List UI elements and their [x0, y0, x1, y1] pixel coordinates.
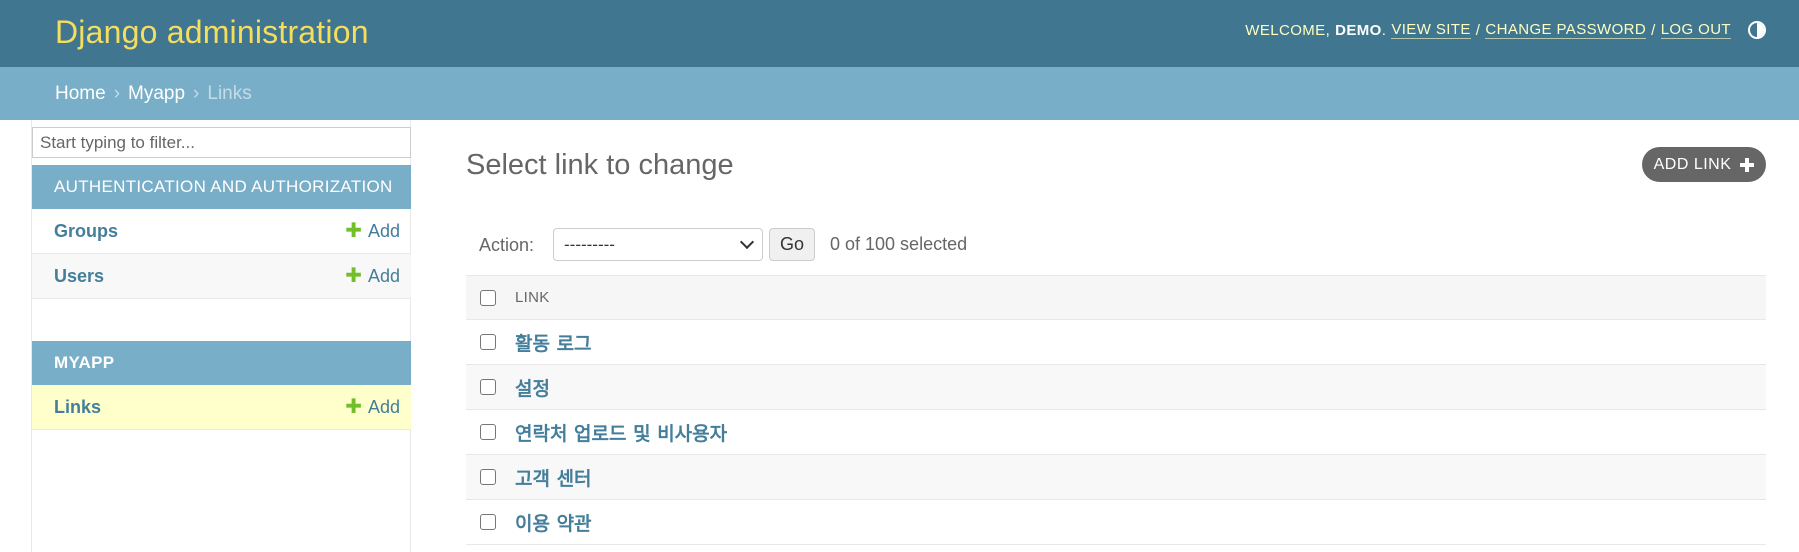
- action-label: Action:: [479, 235, 535, 255]
- add-label: Add: [367, 220, 400, 241]
- chevron-down-icon: [739, 234, 755, 250]
- change-password-link[interactable]: CHANGE PASSWORD: [1485, 21, 1647, 39]
- site-title[interactable]: Django administration: [55, 14, 369, 51]
- breadcrumb-separator: ›: [193, 82, 200, 104]
- breadcrumb-current: Links: [207, 82, 252, 104]
- breadcrumb-separator: ›: [113, 82, 121, 104]
- add-link-button-label: ADD LINK: [1653, 155, 1732, 173]
- view-site-link[interactable]: VIEW SITE: [1391, 21, 1471, 39]
- table-row: 이용 약관: [466, 500, 1766, 545]
- welcome-text: WELCOME,: [1245, 21, 1331, 39]
- row-checkbox[interactable]: [480, 379, 496, 395]
- plus-icon: ✚: [345, 396, 362, 418]
- row-checkbox[interactable]: [480, 334, 496, 350]
- sidebar-item-links-link[interactable]: Links: [54, 397, 101, 418]
- module-caption-myapp[interactable]: MYAPP: [32, 341, 411, 385]
- user-tools: WELCOME, DEMO . VIEW SITE / CHANGE PASSW…: [1245, 18, 1766, 42]
- action-select[interactable]: ---------: [553, 228, 763, 261]
- add-user-button[interactable]: ✚ Add: [345, 266, 400, 287]
- username: DEMO: [1335, 21, 1382, 39]
- breadcrumb: Home › Myapp › Links: [0, 67, 1799, 120]
- column-header-link[interactable]: LINK: [515, 289, 550, 306]
- sidebar-item-users-link[interactable]: Users: [54, 266, 104, 287]
- row-link[interactable]: 활동 로그: [515, 329, 592, 356]
- sidebar-item-links: Links ✚ Add: [32, 385, 411, 430]
- separator: /: [1475, 21, 1481, 39]
- add-label: Add: [367, 265, 400, 286]
- header: Django administration WELCOME, DEMO . VI…: [0, 0, 1799, 67]
- sidebar-item-groups: Groups ✚ Add: [32, 209, 411, 254]
- contrast-icon[interactable]: [1748, 21, 1766, 39]
- action-counter: 0 of 100 selected: [830, 234, 968, 254]
- row-link[interactable]: 연락처 업로드 및 비사용자: [515, 419, 727, 446]
- row-checkbox[interactable]: [480, 469, 496, 485]
- plus-icon: [1740, 157, 1755, 172]
- page-title: Select link to change: [466, 149, 734, 181]
- nav-filter-input[interactable]: [32, 127, 411, 158]
- table-header: LINK: [466, 275, 1766, 320]
- select-all-checkbox[interactable]: [480, 289, 496, 306]
- table-row: 활동 로그: [466, 320, 1766, 365]
- plus-icon: ✚: [345, 265, 362, 287]
- row-checkbox[interactable]: [480, 514, 496, 530]
- table-row: 고객 센터: [466, 455, 1766, 500]
- table-row: 설정: [466, 365, 1766, 410]
- add-label: Add: [367, 396, 400, 417]
- nav-sidebar: AUTHENTICATION AND AUTHORIZATION Groups …: [31, 120, 411, 552]
- row-link[interactable]: 고객 센터: [515, 464, 592, 491]
- table-row: 연락처 업로드 및 비사용자: [466, 410, 1766, 455]
- row-link[interactable]: 설정: [515, 374, 550, 401]
- go-button[interactable]: Go: [769, 228, 815, 261]
- add-group-button[interactable]: ✚ Add: [345, 221, 400, 242]
- action-select-value: ---------: [564, 234, 615, 254]
- row-link[interactable]: 이용 약관: [515, 509, 592, 536]
- breadcrumb-myapp[interactable]: Myapp: [128, 83, 185, 105]
- add-link-button[interactable]: ADD LINK: [1642, 147, 1766, 182]
- sidebar-item-groups-link[interactable]: Groups: [54, 221, 118, 242]
- plus-icon: ✚: [345, 220, 362, 242]
- separator: /: [1651, 21, 1656, 39]
- logout-link[interactable]: LOG OUT: [1660, 21, 1731, 39]
- add-link-sidebar-button[interactable]: ✚ Add: [345, 397, 400, 418]
- row-checkbox[interactable]: [480, 424, 496, 440]
- sidebar-item-users: Users ✚ Add: [32, 254, 411, 299]
- breadcrumb-home[interactable]: Home: [55, 83, 106, 105]
- username-suffix: .: [1381, 21, 1387, 39]
- module-caption-auth[interactable]: AUTHENTICATION AND AUTHORIZATION: [32, 165, 411, 209]
